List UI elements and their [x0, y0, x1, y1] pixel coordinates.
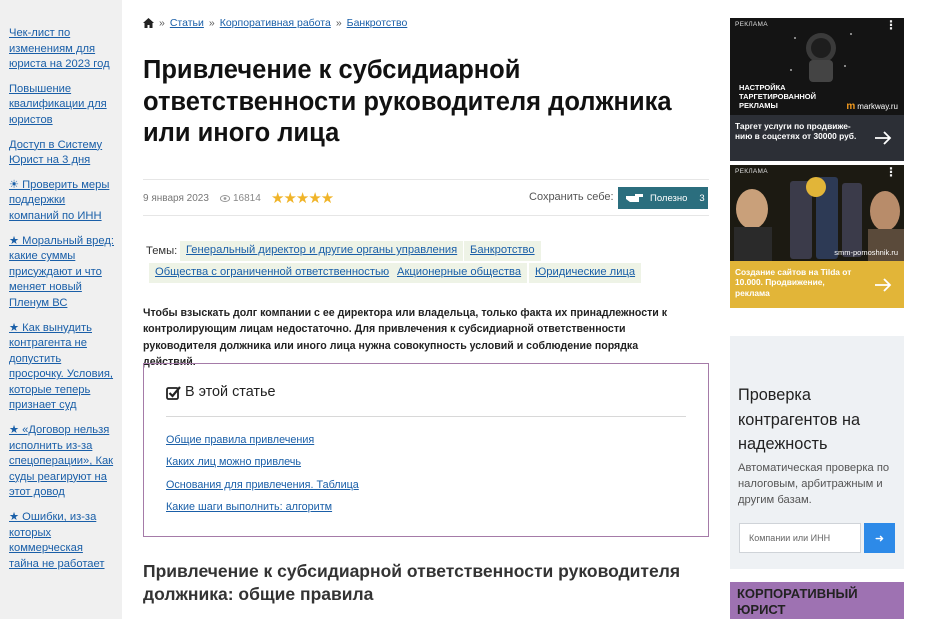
breadcrumb-separator: »	[335, 17, 342, 29]
pointing-hand-icon	[626, 194, 643, 202]
brand-logo: m	[846, 101, 856, 112]
home-icon[interactable]	[143, 18, 154, 28]
breadcrumb-separator: »	[159, 17, 165, 29]
check-title: Проверка контрагентов на надежность	[738, 386, 861, 454]
left-sidebar: Чек-лист по изменениям для юриста на 202…	[0, 0, 122, 619]
sidebar-link-qualification[interactable]: Повышение квалификации для юристов	[9, 82, 114, 129]
sidebar-link-trade-secret[interactable]: ★ Ошибки, из-за которых коммерческая тай…	[9, 510, 114, 572]
sidebar-link-checklist[interactable]: Чек-лист по изменениям для юриста на 202…	[9, 26, 114, 73]
breadcrumb: » Статьи » Корпоративная работа » Банкро…	[143, 17, 407, 29]
rating-stars[interactable]: ★★★★★	[271, 189, 334, 207]
brand-name: markway.ru	[857, 102, 898, 111]
astronaut-image	[790, 33, 852, 82]
check-description: Автоматическая проверка по налоговым, ар…	[738, 462, 890, 507]
ad-site: smm-pomoshnik.ru	[834, 248, 898, 257]
topic-tag[interactable]: Генеральный директор и другие органы упр…	[180, 241, 464, 261]
arrow-right-icon[interactable]	[874, 131, 892, 145]
ad-footer[interactable]: Таргет услуги по продвиже-нию в соцсетях…	[730, 115, 904, 161]
ad-brand: m markway.ru	[846, 101, 898, 112]
topics-label: Темы:	[146, 245, 178, 257]
ad-banner-smm[interactable]: РЕКЛАМА ⋮ smm-pomoshnik.ru Создание сайт…	[730, 165, 904, 308]
breadcrumb-bankruptcy[interactable]: Банкротство	[347, 17, 408, 29]
table-of-contents: В этой статье Общие правила привлечения …	[143, 363, 709, 537]
useful-label: Полезно	[650, 192, 688, 204]
topic-tag[interactable]: Банкротство	[464, 241, 541, 261]
sidebar-link-delay[interactable]: ★ Как вынудить контрагента не допустить …	[9, 321, 114, 415]
topic-tag[interactable]: Акционерные общества	[391, 263, 528, 283]
article-date: 9 января 2023	[143, 193, 209, 204]
useful-count: 3	[699, 192, 705, 204]
ad-label: РЕКЛАМА	[735, 21, 768, 28]
topic-tag[interactable]: Юридические лица	[529, 263, 642, 283]
breadcrumb-separator: »	[208, 17, 215, 29]
sidebar-link-support-measures[interactable]: ☀ Проверить меры поддержки компаний по И…	[9, 178, 114, 225]
toc-divider	[166, 416, 686, 417]
article-lead: Чтобы взыскать долг компании с ее директ…	[143, 307, 668, 368]
save-label: Сохранить себе:	[529, 191, 614, 203]
view-count: 16814	[220, 193, 261, 204]
toc-link[interactable]: Общие правила привлечения	[166, 434, 314, 446]
sidebar-link-moral-damage[interactable]: ★ Моральный вред: какие суммы присуждают…	[9, 234, 114, 312]
company-search-input[interactable]	[739, 523, 861, 553]
counterparty-check-widget: Проверка контрагентов на надежность Авто…	[730, 336, 904, 569]
useful-button[interactable]: Полезно 3	[618, 187, 708, 209]
toc-link[interactable]: Основания для привлечения. Таблица	[166, 479, 359, 491]
toc-title: В этой статье	[185, 384, 276, 400]
toc-link[interactable]: Каких лиц можно привлечь	[166, 456, 301, 468]
breadcrumb-corporate[interactable]: Корпоративная работа	[220, 17, 331, 29]
ad-text: Создание сайтов на Tilda от 10.000. Прод…	[735, 267, 852, 298]
article-title: Привлечение к субсидиарной ответственнос…	[143, 56, 672, 147]
toc-link[interactable]: Какие шаги выполнить: алгоритм	[166, 501, 332, 513]
corporate-lawyer-banner[interactable]: КОРПОРАТИВНЫЙ ЮРИСТ	[730, 582, 904, 619]
eye-icon	[220, 195, 230, 202]
ad-banner-markway[interactable]: РЕКЛАМА ⋮ НАСТРОЙКА ТАРГЕТИРОВАННОЙ РЕКЛ…	[730, 18, 904, 161]
topic-tag[interactable]: Общества с ограниченной ответственностью	[149, 263, 396, 283]
search-submit-button[interactable]: ➜	[864, 523, 895, 553]
sidebar-link-system-access[interactable]: Доступ в Систему Юрист на 3 дня	[9, 138, 114, 169]
ad-text: Таргет услуги по продвиже-нию в соцсетях…	[735, 121, 857, 142]
ad-label: РЕКЛАМА	[735, 168, 768, 175]
corp-banner-text: КОРПОРАТИВНЫЙ ЮРИСТ	[737, 586, 858, 617]
toc-header: В этой статье	[166, 384, 276, 400]
ad-headline: НАСТРОЙКА ТАРГЕТИРОВАННОЙ РЕКЛАМЫ	[739, 83, 817, 110]
arrow-right-icon[interactable]	[874, 278, 892, 292]
checkbox-icon	[166, 385, 181, 400]
view-count-value: 16814	[233, 193, 261, 204]
ad-footer[interactable]: Создание сайтов на Tilda от 10.000. Прод…	[730, 261, 904, 308]
section-title: Привлечение к субсидиарной ответственнос…	[143, 561, 681, 604]
sidebar-link-contract[interactable]: ★ «Договор нельзя исполнить из-за спецоп…	[9, 423, 114, 501]
article-meta: 9 января 2023 16814 ★★★★★ Сохранить себе…	[143, 179, 709, 216]
more-options-icon[interactable]: ⋮	[885, 19, 897, 31]
breadcrumb-articles[interactable]: Статьи	[170, 17, 204, 29]
